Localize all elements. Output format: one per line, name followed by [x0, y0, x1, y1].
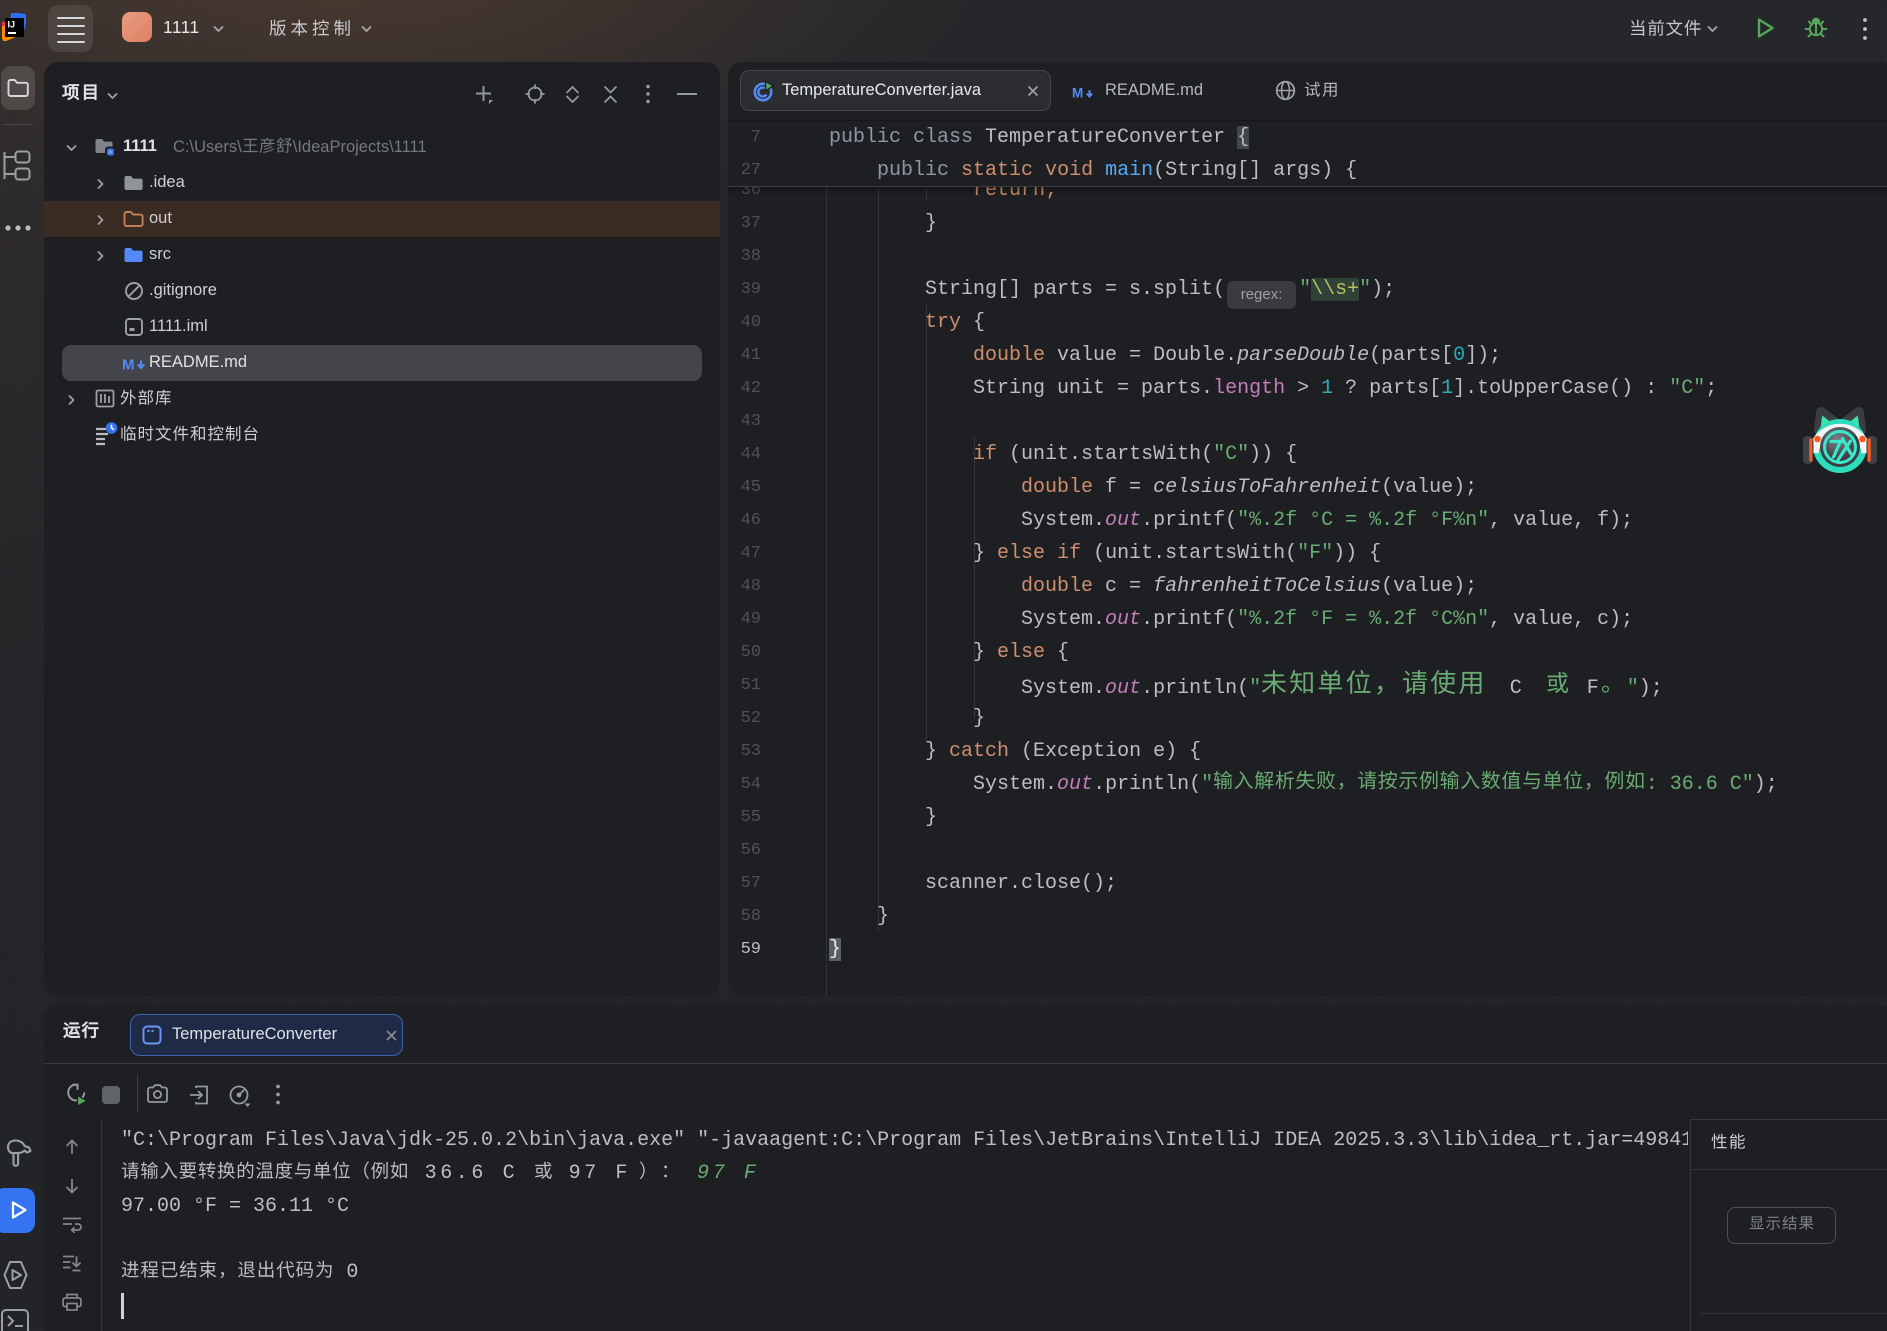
svg-text:IJ: IJ	[8, 20, 16, 30]
svg-text:M: M	[122, 357, 135, 374]
svg-text:M: M	[1072, 86, 1083, 101]
